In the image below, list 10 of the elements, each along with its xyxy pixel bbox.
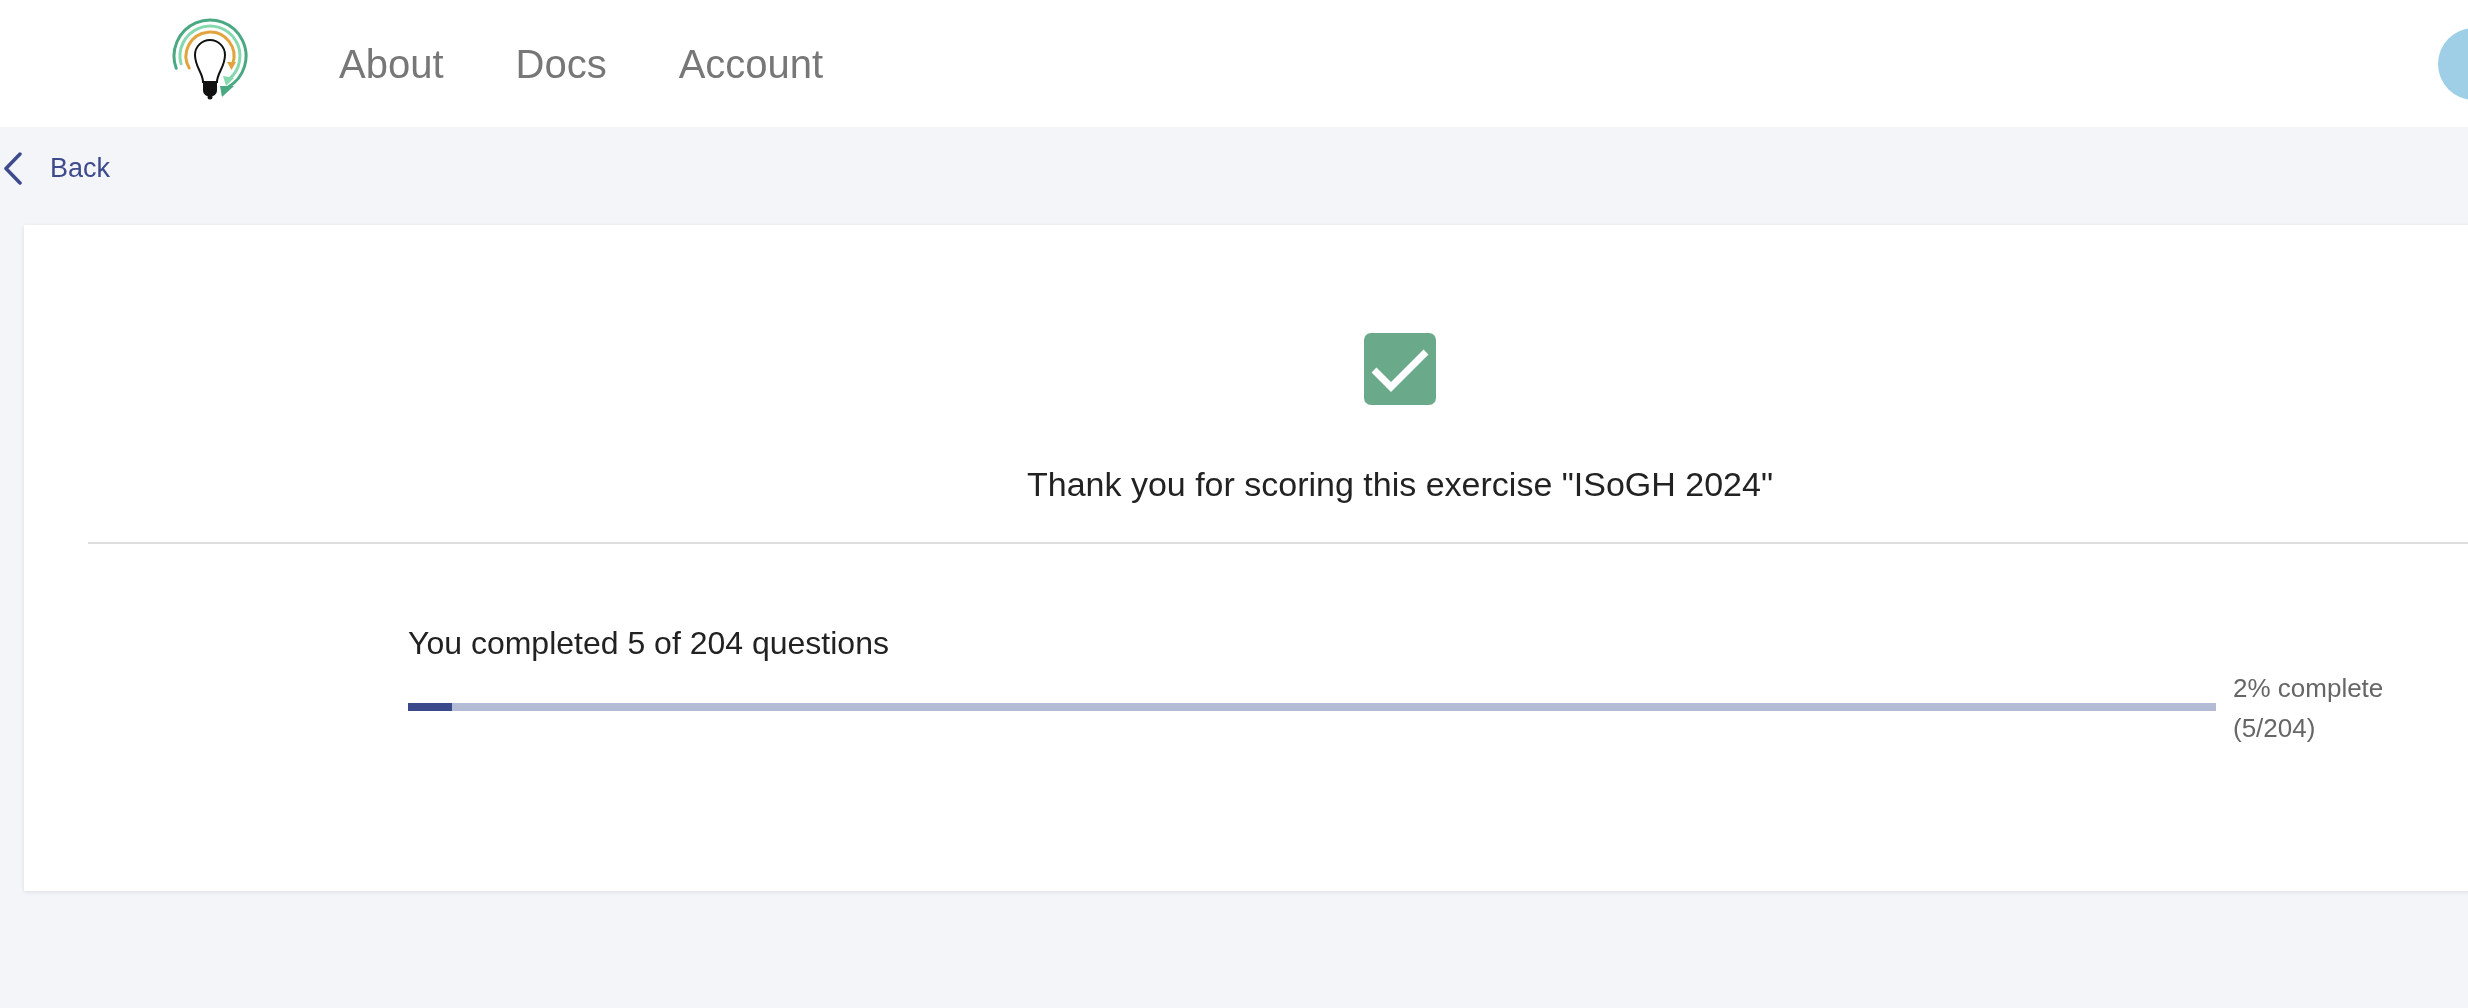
percent-complete-label: 2% complete [2233,672,2384,705]
thank-you-title: Thank you for scoring this exercise "ISoGH 2024" [1026,464,1773,504]
nav-link[interactable]: Account [678,39,824,88]
check-icon [1364,333,1436,405]
count-label: (5/204) [2233,712,2317,745]
nav-link[interactable]: Docs [515,39,607,88]
back-link[interactable]: Back [3,151,111,185]
chevron-left-icon [3,151,23,185]
completion-summary: You completed 5 of 204 questions [408,624,889,663]
nav-link[interactable]: About [339,39,444,88]
